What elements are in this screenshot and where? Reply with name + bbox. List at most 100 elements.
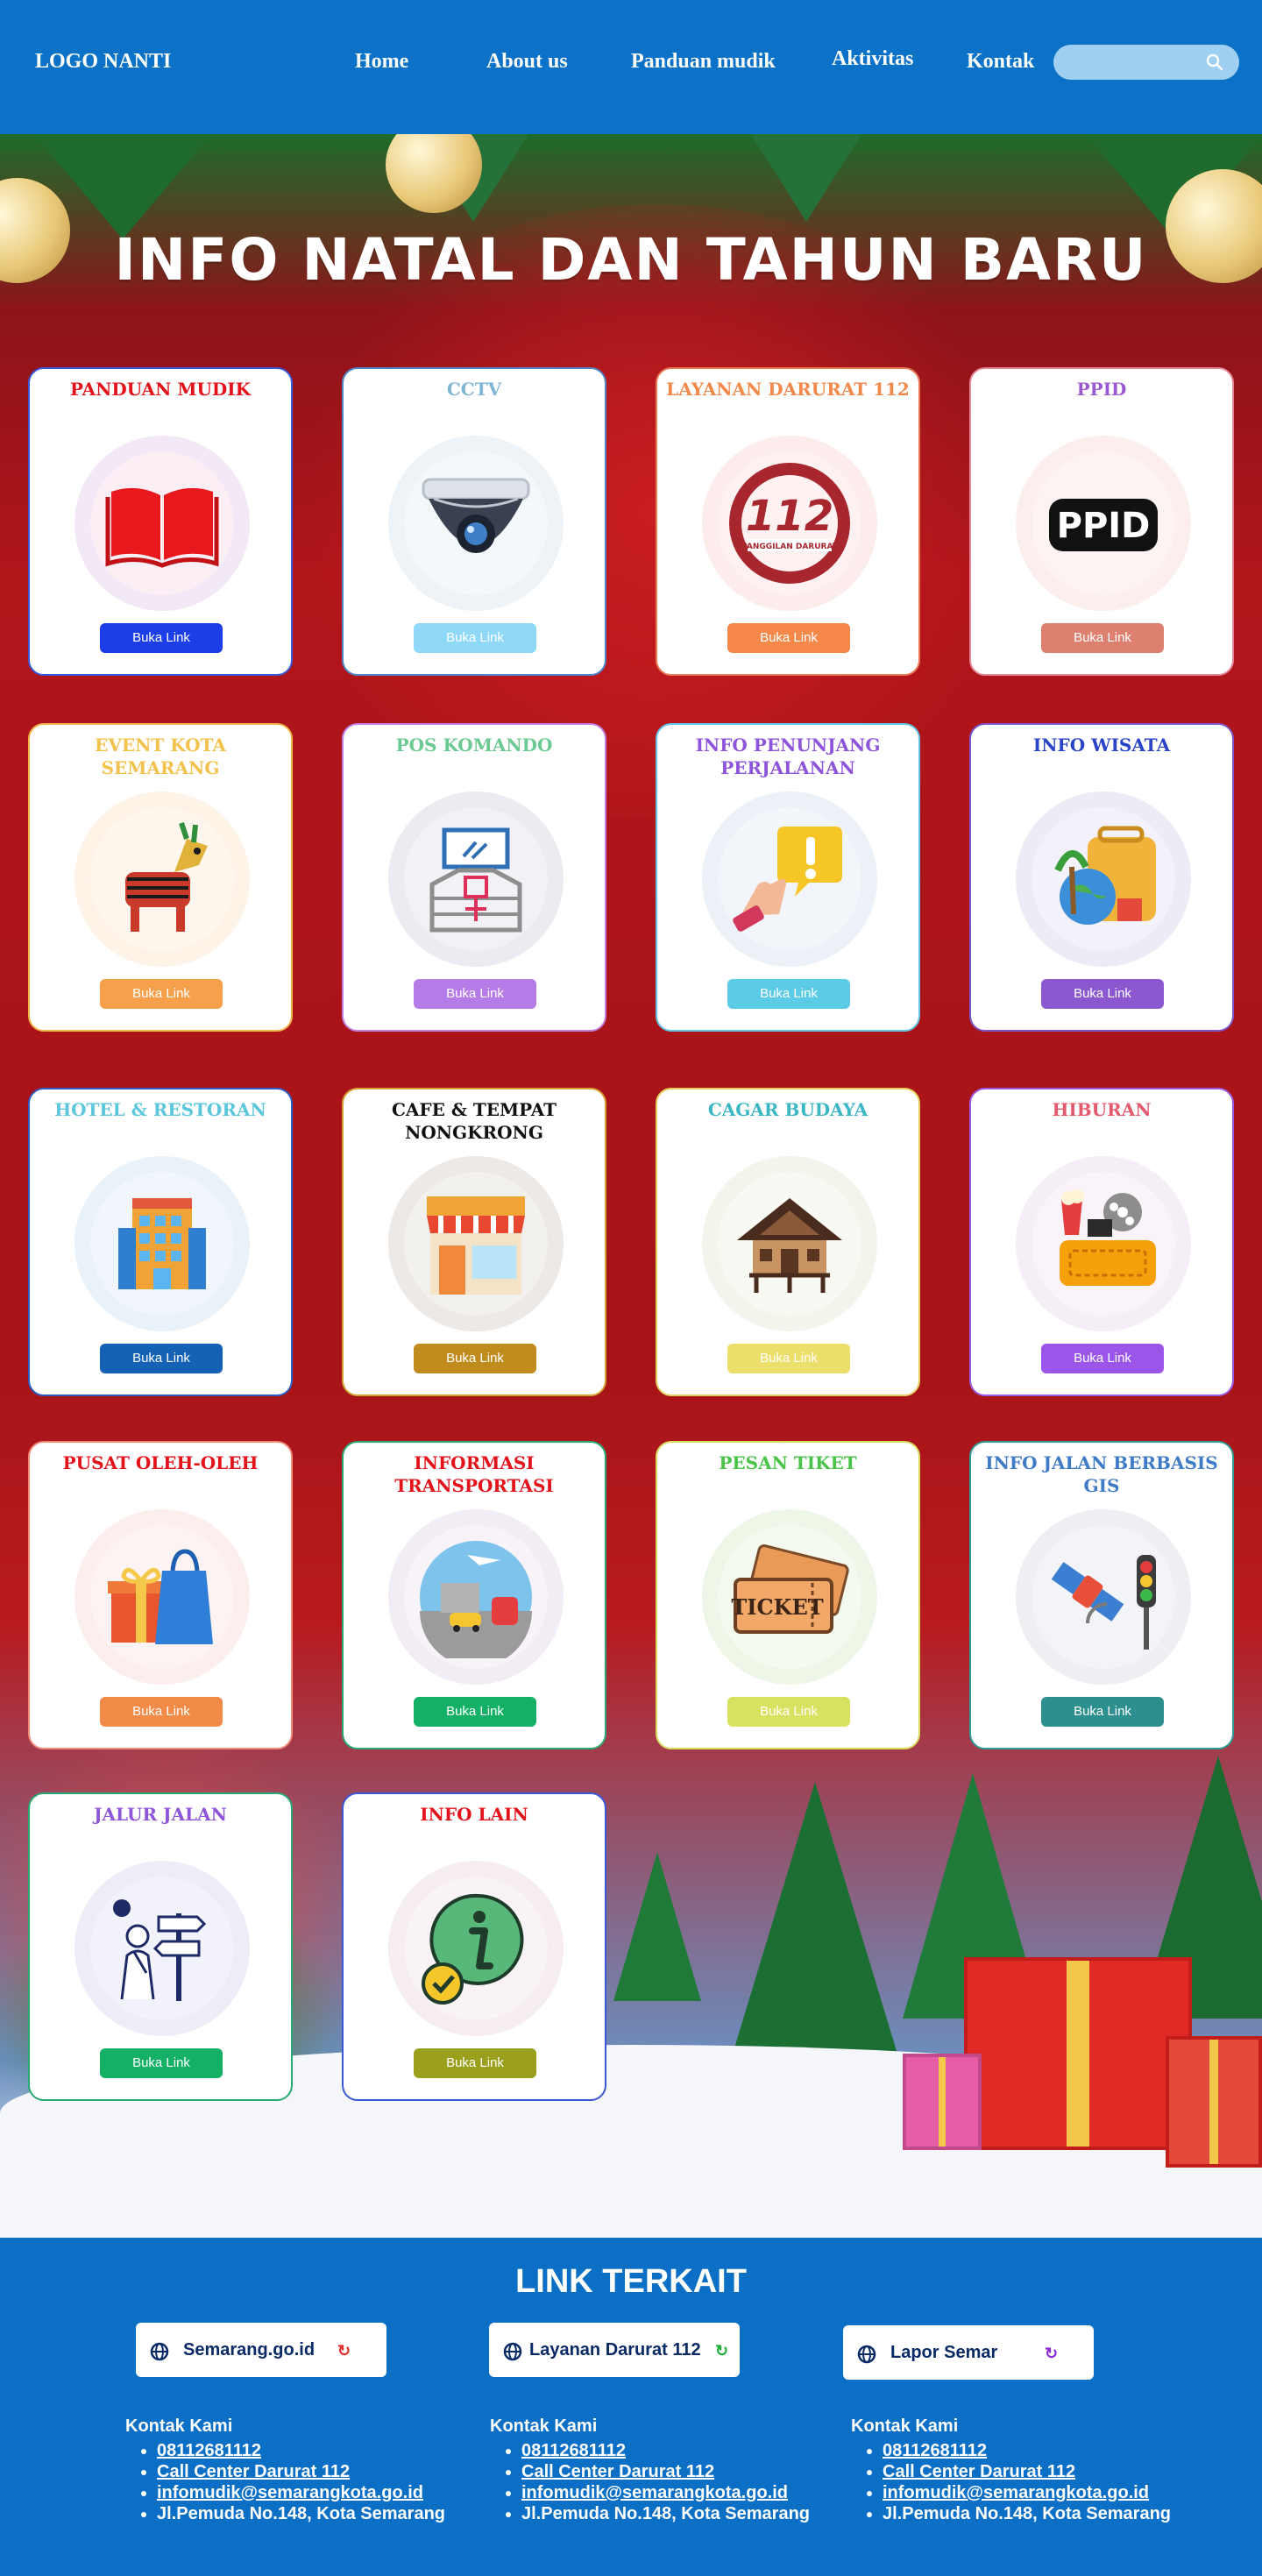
link-label: Semarang.go.id xyxy=(183,2340,316,2360)
card-jalur-jalan: JALUR JALAN Buka Link xyxy=(28,1792,293,2101)
svg-text:TICKET: TICKET xyxy=(731,1594,823,1620)
card-pesan-tiket: PESAN TIKET TICKET Buka Link xyxy=(656,1441,920,1749)
card-hiburan: HIBURAN Buka Link xyxy=(969,1088,1234,1396)
contact-block: Kontak Kami 08112681112 Call Center Daru… xyxy=(125,2416,445,2524)
card-title: PESAN TIKET xyxy=(719,1452,857,1473)
nav-panduan-mudik[interactable]: Panduan mudik xyxy=(631,50,776,74)
cinema-entertainment-icon xyxy=(1060,1189,1156,1286)
card-title: CCTV xyxy=(446,379,502,400)
contact-call-center-link[interactable]: Call Center Darurat 112 xyxy=(521,2461,810,2482)
buka-link-button[interactable]: Buka Link xyxy=(414,2048,536,2078)
card-layanan-darurat-112: LAYANAN DARURAT 112 112 PANGGILAN DARURAT… xyxy=(656,367,920,676)
card-panduan-mudik: PANDUAN MUDIK Buka Link xyxy=(28,367,293,676)
nav-about-us[interactable]: About us xyxy=(486,50,568,74)
footer: LINK TERKAIT Semarang.go.id ↻ Layanan Da… xyxy=(0,2238,1262,2576)
card-title: POS KOMANDO xyxy=(395,734,553,756)
contact-email-link[interactable]: infomudik@semarangkota.go.id xyxy=(883,2482,1171,2503)
emergency-112-icon: 112 PANGGILAN DARURAT xyxy=(729,463,850,584)
buka-link-button[interactable]: Buka Link xyxy=(414,979,536,1009)
nav-home[interactable]: Home xyxy=(355,50,408,74)
dragon-warak-icon xyxy=(125,822,208,932)
external-link-icon: ↻ xyxy=(715,2342,729,2360)
travel-suitcase-icon xyxy=(1054,826,1156,925)
ticket-icon: TICKET xyxy=(731,1544,849,1634)
link-label: Lapor Semar xyxy=(890,2343,998,2362)
book-icon xyxy=(105,487,219,568)
globe-icon xyxy=(503,2342,522,2361)
contact-block: Kontak Kami 08112681112 Call Center Daru… xyxy=(851,2416,1171,2524)
buka-link-button[interactable]: Buka Link xyxy=(1041,1697,1164,1727)
buka-link-button[interactable]: Buka Link xyxy=(100,1697,223,1727)
buka-link-button[interactable]: Buka Link xyxy=(100,979,223,1009)
card-title: LAYANAN DARURAT 112 xyxy=(666,379,910,400)
buka-link-button[interactable]: Buka Link xyxy=(1041,1344,1164,1373)
contact-phone-link[interactable]: 08112681112 xyxy=(521,2440,810,2461)
search-icon[interactable] xyxy=(1206,53,1223,71)
globe-icon xyxy=(857,2345,876,2364)
contact-phone-link[interactable]: 08112681112 xyxy=(157,2440,445,2461)
card-cagar-budaya: CAGAR BUDAYA Buka Link xyxy=(656,1088,920,1396)
contact-address: Jl.Pemuda No.148, Kota Semarang xyxy=(521,2503,810,2524)
buka-link-button[interactable]: Buka Link xyxy=(727,1344,850,1373)
buka-link-button[interactable]: Buka Link xyxy=(1041,979,1164,1009)
page-title: INFO NATAL DAN TAHUN BARU xyxy=(114,226,1148,294)
contact-heading: Kontak Kami xyxy=(125,2416,233,2436)
link-label: Layanan Darurat 112 xyxy=(529,2340,701,2360)
card-title: INFO PENUNJANG PERJALANAN xyxy=(695,734,881,778)
hotel-building-icon xyxy=(118,1198,206,1289)
cafe-shop-icon xyxy=(427,1196,525,1295)
card-title: JALUR JALAN xyxy=(94,1804,227,1825)
card-title: EVENT KOTA SEMARANG xyxy=(95,734,226,778)
transportation-icon xyxy=(420,1541,532,1658)
contact-call-center-link[interactable]: Call Center Darurat 112 xyxy=(157,2461,445,2482)
command-post-icon xyxy=(429,827,522,933)
info-chat-icon xyxy=(422,1893,524,2005)
link-lapor-semar[interactable]: Lapor Semar ↻ xyxy=(843,2325,1094,2380)
search-input[interactable] xyxy=(1053,45,1239,80)
card-info-lain: INFO LAIN Buka Link xyxy=(342,1792,606,2101)
svg-text:PPID: PPID xyxy=(1057,506,1151,546)
buka-link-button[interactable]: Buka Link xyxy=(100,623,223,653)
contact-block: Kontak Kami 08112681112 Call Center Daru… xyxy=(490,2416,810,2524)
contact-address: Jl.Pemuda No.148, Kota Semarang xyxy=(883,2503,1171,2524)
site-logo[interactable]: LOGO NANTI xyxy=(35,50,171,74)
card-title: CAGAR BUDAYA xyxy=(707,1099,869,1120)
nav-kontak[interactable]: Kontak xyxy=(967,50,1034,74)
nav-aktivitas[interactable]: Aktivitas xyxy=(832,47,913,71)
card-title: HOTEL & RESTORAN xyxy=(54,1099,266,1120)
buka-link-button[interactable]: Buka Link xyxy=(100,1344,223,1373)
svg-text:PANGGILAN DARURAT: PANGGILAN DARURAT xyxy=(741,543,839,551)
route-signpost-icon xyxy=(113,1899,207,2001)
card-title: INFORMASI TRANSPORTASI xyxy=(394,1452,554,1496)
info-alert-hand-icon xyxy=(733,827,842,932)
card-info-penunjang-perjalanan: INFO PENUNJANG PERJALANAN Buka Link xyxy=(656,723,920,1032)
buka-link-button[interactable]: Buka Link xyxy=(414,1344,536,1373)
link-semarang-go-id[interactable]: Semarang.go.id ↻ xyxy=(136,2323,386,2377)
contact-address: Jl.Pemuda No.148, Kota Semarang xyxy=(157,2503,445,2524)
card-pusat-oleh-oleh: PUSAT OLEH-OLEH Buka Link xyxy=(28,1441,293,1749)
contact-heading: Kontak Kami xyxy=(490,2416,598,2436)
traditional-house-icon xyxy=(737,1198,842,1293)
buka-link-button[interactable]: Buka Link xyxy=(727,1697,850,1727)
navbar: LOGO NANTI Home About us Panduan mudik A… xyxy=(0,0,1262,134)
buka-link-button[interactable]: Buka Link xyxy=(1041,623,1164,653)
contact-call-center-link[interactable]: Call Center Darurat 112 xyxy=(883,2461,1171,2482)
contact-email-link[interactable]: infomudik@semarangkota.go.id xyxy=(521,2482,810,2503)
card-ppid: PPID PPID Buka Link xyxy=(969,367,1234,676)
card-title: PANDUAN MUDIK xyxy=(70,379,251,400)
card-title: INFO LAIN xyxy=(420,1804,528,1825)
buka-link-button[interactable]: Buka Link xyxy=(727,979,850,1009)
external-link-icon: ↻ xyxy=(1045,2345,1059,2362)
buka-link-button[interactable]: Buka Link xyxy=(414,1697,536,1727)
buka-link-button[interactable]: Buka Link xyxy=(727,623,850,653)
svg-text:112: 112 xyxy=(746,492,833,541)
card-event-kota-semarang: EVENT KOTA SEMARANG Buka Link xyxy=(28,723,293,1032)
card-title: HIBURAN xyxy=(1052,1099,1152,1120)
contact-phone-link[interactable]: 08112681112 xyxy=(883,2440,1171,2461)
card-title: PUSAT OLEH-OLEH xyxy=(62,1452,259,1473)
card-cafe-tempat-nongkrong: CAFE & TEMPAT NONGKRONG Buka Link xyxy=(342,1088,606,1396)
buka-link-button[interactable]: Buka Link xyxy=(414,623,536,653)
link-layanan-darurat-112[interactable]: Layanan Darurat 112 ↻ xyxy=(489,2323,740,2377)
contact-email-link[interactable]: infomudik@semarangkota.go.id xyxy=(157,2482,445,2503)
buka-link-button[interactable]: Buka Link xyxy=(100,2048,223,2078)
